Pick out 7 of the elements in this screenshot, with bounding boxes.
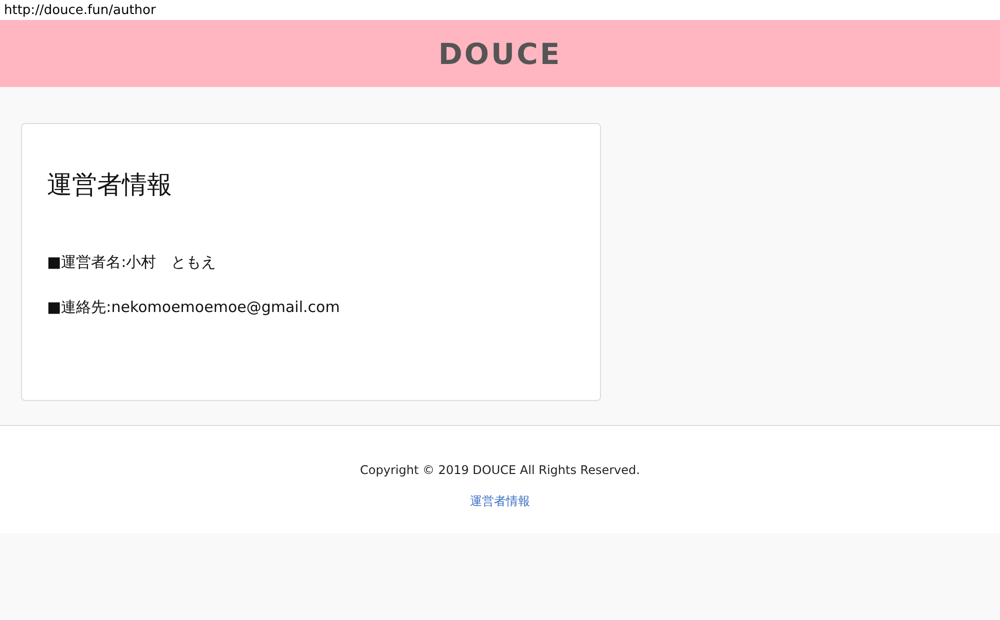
url-text: http://douce.fun/author <box>0 0 1000 20</box>
site-logo[interactable]: DOUCE <box>438 36 562 70</box>
footer-link[interactable]: 運営者情報 <box>470 493 530 510</box>
info-line: ■連絡先:nekomoemoemoe@gmail.com <box>47 298 341 317</box>
copyright-text: Copyright © 2019 DOUCE All Rights Reserved. <box>360 463 640 477</box>
card-title: 運営者情報 <box>47 169 173 201</box>
info-line: ■運営者名:小村 ともえ <box>47 253 218 272</box>
